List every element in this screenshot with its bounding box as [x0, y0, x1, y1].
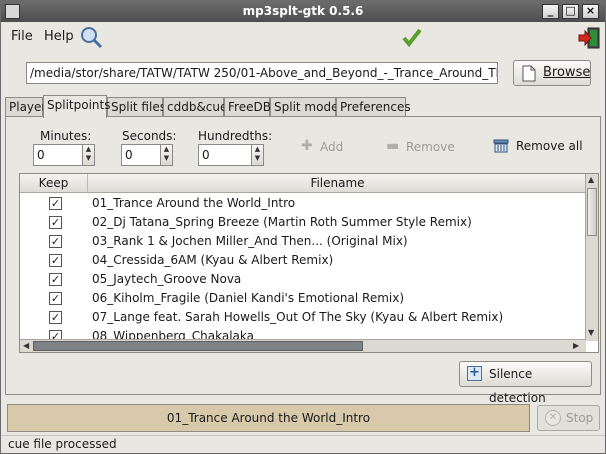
tab-cddb-cue[interactable]: cddb&cue: [163, 97, 227, 117]
list-item[interactable]: ✓ 06_Kiholm_Fragile (Daniel Kandi's Emot…: [20, 289, 586, 308]
scroll-up-icon[interactable]: ▲: [588, 175, 594, 184]
list-item[interactable]: ✓ 01_Trance Around the World_Intro: [20, 194, 586, 213]
tab-freedb[interactable]: FreeDB: [224, 97, 271, 117]
column-keep[interactable]: Keep: [20, 174, 88, 192]
hundredths-spinner[interactable]: 0 ▲ ▼: [198, 144, 264, 166]
stop-icon: ✕: [545, 410, 561, 426]
minutes-spin-arrows[interactable]: ▲ ▼: [82, 145, 94, 165]
search-icon[interactable]: [79, 25, 103, 49]
check-icon: [402, 28, 422, 48]
quit-icon[interactable]: [577, 26, 601, 50]
list-item[interactable]: ✓ 07_Lange feat. Sarah Howells_Out Of Th…: [20, 308, 586, 327]
hundredths-label: Hundredths:: [198, 129, 273, 143]
filename-cell[interactable]: 04_Cressida_6AM (Kyau & Albert Remix): [92, 253, 333, 267]
filename-cell[interactable]: 06_Kiholm_Fragile (Daniel Kandi's Emotio…: [92, 291, 404, 305]
list-item[interactable]: ✓ 03_Rank 1 & Jochen Miller_And Then... …: [20, 232, 586, 251]
list-header: Keep Filename: [20, 174, 586, 193]
keep-checkbox[interactable]: ✓: [49, 254, 62, 267]
title-bar[interactable]: mp3splt-gtk 0.5.6 _ □ ×: [1, 1, 605, 22]
tab-splitpoints[interactable]: Splitpoints: [43, 95, 110, 118]
add-icon: ✚: [301, 138, 313, 154]
scroll-left-icon[interactable]: ◀: [23, 341, 29, 350]
filename-cell[interactable]: 05_Jaytech_Groove Nova: [92, 272, 241, 286]
scroll-right-icon[interactable]: ▶: [573, 341, 579, 350]
minimize-button[interactable]: _: [542, 4, 559, 19]
menu-help[interactable]: Help: [44, 29, 74, 44]
filename-cell[interactable]: 07_Lange feat. Sarah Howells_Out Of The …: [92, 310, 503, 324]
filename-cell[interactable]: 01_Trance Around the World_Intro: [92, 196, 295, 210]
horizontal-scroll-thumb[interactable]: [33, 341, 363, 351]
scroll-down-icon[interactable]: ▼: [588, 328, 594, 337]
hundredths-spin-arrows[interactable]: ▲ ▼: [251, 145, 263, 165]
menu-bar: File Help: [1, 22, 605, 52]
keep-checkbox[interactable]: ✓: [49, 311, 62, 324]
window-title: mp3splt-gtk 0.5.6: [242, 4, 364, 18]
keep-checkbox[interactable]: ✓: [49, 197, 62, 210]
stop-label: Stop: [566, 411, 594, 425]
seconds-spin-arrows[interactable]: ▲ ▼: [160, 145, 172, 165]
file-path-input[interactable]: /media/stor/share/TATW/TATW 250/01-Above…: [26, 62, 498, 84]
remove-icon: ▬: [386, 138, 400, 154]
keep-checkbox[interactable]: ✓: [49, 235, 62, 248]
keep-checkbox[interactable]: ✓: [49, 273, 62, 286]
tab-split-mode[interactable]: Split mode: [270, 97, 338, 117]
progress-bar: 01_Trance Around the World_Intro: [7, 404, 530, 432]
remove-label: Remove: [406, 140, 455, 154]
filename-cell[interactable]: 03_Rank 1 & Jochen Miller_And Then... (O…: [92, 234, 408, 248]
seconds-value: 0: [125, 148, 133, 162]
hundredths-value: 0: [202, 148, 210, 162]
close-button[interactable]: ×: [582, 4, 599, 19]
keep-checkbox[interactable]: ✓: [49, 216, 62, 229]
splitpoints-list[interactable]: Keep Filename ✓ 01_Trance Around the Wor…: [19, 173, 599, 353]
horizontal-scrollbar[interactable]: ◀ ▶: [20, 339, 586, 352]
add-label: Add: [320, 140, 344, 154]
main-window: mp3splt-gtk 0.5.6 _ □ × File Help /media…: [0, 0, 606, 454]
menu-file[interactable]: File: [11, 29, 33, 44]
minutes-label: Minutes:: [40, 129, 92, 143]
seconds-label: Seconds:: [122, 129, 177, 143]
remove-all-icon: [493, 139, 509, 153]
tab-player[interactable]: Player: [5, 97, 46, 117]
browse-label: Browse: [543, 65, 591, 80]
status-bar: cue file processed: [1, 435, 605, 453]
silence-detection-label: Silence detection: [489, 367, 546, 405]
browse-icon: [522, 65, 536, 82]
filename-cell[interactable]: 02_Dj Tatana_Spring Breeze (Martin Roth …: [92, 215, 472, 229]
list-item[interactable]: ✓ 04_Cressida_6AM (Kyau & Albert Remix): [20, 251, 586, 270]
list-item[interactable]: ✓ 02_Dj Tatana_Spring Breeze (Martin Rot…: [20, 213, 586, 232]
column-filename[interactable]: Filename: [89, 174, 586, 192]
minutes-spinner[interactable]: 0 ▲ ▼: [33, 144, 95, 166]
vertical-scrollbar[interactable]: ▲ ▼: [585, 174, 598, 341]
silence-detection-button[interactable]: + Silence detection: [459, 361, 592, 405]
remove-all-label: Remove all: [516, 139, 583, 153]
tab-preferences[interactable]: Preferences: [336, 97, 411, 117]
list-item[interactable]: ✓ 05_Jaytech_Groove Nova: [20, 270, 586, 289]
vertical-scroll-thumb[interactable]: [587, 188, 597, 236]
browse-button[interactable]: Browse: [513, 60, 591, 86]
stop-button[interactable]: ✕ Stop: [537, 405, 600, 431]
silence-add-icon: +: [467, 366, 482, 381]
seconds-spinner[interactable]: 0 ▲ ▼: [121, 144, 173, 166]
minutes-value: 0: [37, 148, 45, 162]
maximize-button[interactable]: □: [562, 4, 579, 19]
tab-split-files[interactable]: Split files: [107, 97, 166, 117]
keep-checkbox[interactable]: ✓: [49, 292, 62, 305]
